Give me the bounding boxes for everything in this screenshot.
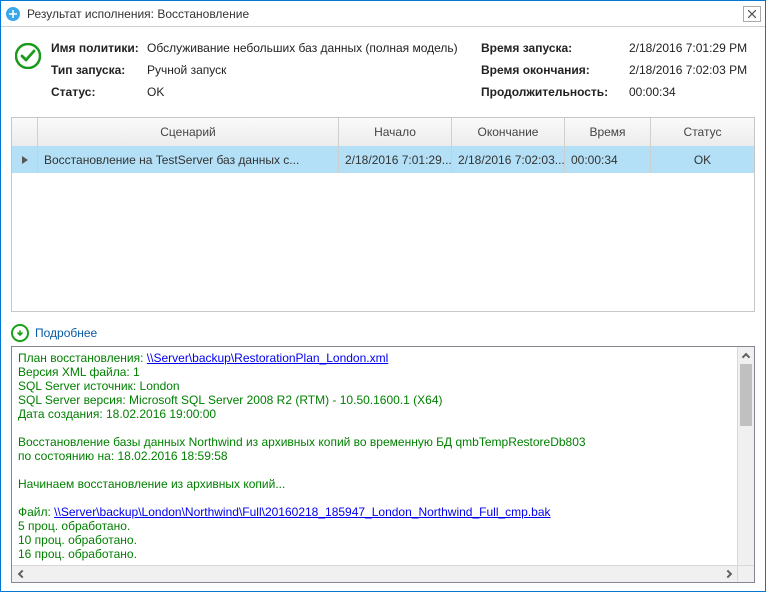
details-log[interactable]: План восстановления: \\Server\backup\Res… [12,347,754,582]
column-start[interactable]: Начало [339,118,452,146]
log-line: по состоянию на: 18.02.2016 18:59:58 [18,449,748,463]
plan-link[interactable]: \\Server\backup\RestorationPlan_London.x… [147,351,388,365]
start-time-value: 2/18/2016 7:01:29 PM [629,41,747,55]
close-button[interactable] [743,6,761,22]
duration-value: 00:00:34 [629,85,676,99]
horizontal-scrollbar[interactable] [12,565,737,582]
log-line: Файл: [18,505,54,519]
log-line: SQL Server источник: London [18,379,748,393]
log-line: Версия XML файла: 1 [18,365,748,379]
cell-time: 00:00:34 [565,146,651,173]
log-line: SQL Server версия: Microsoft SQL Server … [18,393,748,407]
details-toggle[interactable]: Подробнее [11,324,755,342]
log-line: Дата создания: 18.02.2016 19:00:00 [18,407,748,421]
window-title: Результат исполнения: Восстановление [27,7,743,21]
status-value: OK [147,85,164,99]
log-line: 10 проц. обработано. [18,533,748,547]
launch-type-value: Ручной запуск [147,63,226,77]
column-scenario[interactable]: Сценарий [38,118,339,146]
policy-value: Обслуживание небольших баз данных (полна… [147,41,458,55]
row-selector-icon [12,146,38,173]
title-bar: Результат исполнения: Восстановление [1,1,765,27]
grid-header: Сценарий Начало Окончание Время Статус [12,118,754,146]
end-time-label: Время окончания: [481,63,629,77]
cell-start: 2/18/2016 7:01:29... [339,146,452,173]
results-grid: Сценарий Начало Окончание Время Статус В… [11,117,755,312]
policy-label: Имя политики: [51,41,147,55]
table-row[interactable]: Восстановление на TestServer баз данных … [12,146,754,173]
details-panel: План восстановления: \\Server\backup\Res… [11,346,755,583]
log-line: Восстановление базы данных Northwind из … [18,435,748,449]
scroll-right-button[interactable] [720,566,737,582]
cell-status: OK [651,146,754,173]
column-status[interactable]: Статус [651,118,754,146]
success-icon [15,43,41,69]
end-time-value: 2/18/2016 7:02:03 PM [629,63,747,77]
launch-type-label: Тип запуска: [51,63,147,77]
scroll-left-button[interactable] [12,566,29,582]
summary-panel: Имя политики:Обслуживание небольших баз … [1,27,765,117]
log-line: Начинаем восстановление из архивных копи… [18,477,748,491]
status-label: Статус: [51,85,147,99]
scroll-corner [737,565,754,582]
column-time[interactable]: Время [565,118,651,146]
scroll-thumb[interactable] [740,364,752,426]
collapse-icon [11,324,29,342]
scroll-up-button[interactable] [738,347,754,364]
app-icon [5,6,21,22]
cell-scenario: Восстановление на TestServer баз данных … [38,146,339,173]
file-link[interactable]: \\Server\backup\London\Northwind\Full\20… [54,505,550,519]
details-label: Подробнее [35,326,97,340]
log-line: 16 проц. обработано. [18,547,748,561]
column-end[interactable]: Окончание [452,118,565,146]
log-line: План восстановления: [18,351,147,365]
cell-end: 2/18/2016 7:02:03... [452,146,565,173]
duration-label: Продолжительность: [481,85,629,99]
log-line: 5 проц. обработано. [18,519,748,533]
vertical-scrollbar[interactable] [737,347,754,582]
start-time-label: Время запуска: [481,41,629,55]
